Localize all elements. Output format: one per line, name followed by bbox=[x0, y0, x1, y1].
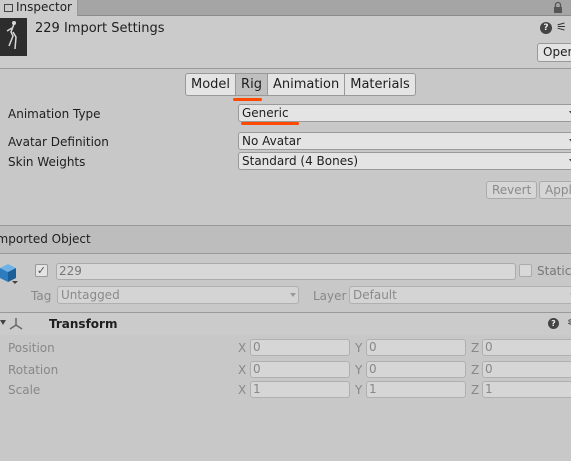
tag-value: Untagged bbox=[61, 288, 120, 302]
tab-animation[interactable]: Animation bbox=[266, 73, 346, 96]
imported-object-title: Imported Object bbox=[0, 232, 91, 246]
animation-type-dropdown[interactable]: Generic bbox=[238, 104, 571, 122]
rig-tab-annotation-underline bbox=[233, 98, 262, 101]
scale-y-field[interactable]: 1 bbox=[366, 381, 466, 398]
rotation-z-field[interactable]: 0 bbox=[482, 361, 571, 378]
skin-weights-label: Skin Weights bbox=[8, 155, 86, 169]
position-z-field[interactable]: 0 bbox=[482, 339, 571, 356]
avatar-definition-value: No Avatar bbox=[242, 134, 302, 148]
lock-icon[interactable] bbox=[551, 1, 565, 15]
avatar-definition-label: Avatar Definition bbox=[8, 135, 109, 149]
position-x-axis-label[interactable]: X bbox=[238, 341, 246, 355]
skin-weights-value: Standard (4 Bones) bbox=[242, 154, 359, 168]
page-title: 229 Import Settings bbox=[35, 21, 165, 36]
rotation-x-field[interactable]: 0 bbox=[250, 361, 350, 378]
position-label: Position bbox=[8, 341, 55, 355]
inspector-tab-label: Inspector bbox=[16, 0, 72, 14]
rotation-label: Rotation bbox=[8, 363, 59, 377]
import-tabs: Model Rig Animation Materials bbox=[185, 73, 416, 96]
help-icon[interactable]: ? bbox=[548, 318, 559, 329]
skin-weights-dropdown[interactable]: Standard (4 Bones) bbox=[238, 152, 571, 170]
rotation-x-axis-label[interactable]: X bbox=[238, 363, 246, 377]
layer-dropdown[interactable]: Default bbox=[349, 286, 571, 304]
foldout-arrow-icon[interactable] bbox=[0, 320, 6, 325]
scale-z-axis-label[interactable]: Z bbox=[471, 383, 479, 397]
position-x-field[interactable]: 0 bbox=[250, 339, 350, 356]
settings-sliders-icon[interactable]: ⚟ bbox=[556, 20, 567, 34]
scale-y-axis-label[interactable]: Y bbox=[355, 383, 362, 397]
transform-axes-icon bbox=[9, 318, 23, 330]
component-settings-icon[interactable]: ⚟ bbox=[567, 316, 571, 329]
layer-label: Layer bbox=[313, 289, 347, 303]
apply-button[interactable]: Apply bbox=[539, 181, 571, 199]
layer-value: Default bbox=[353, 288, 397, 302]
tab-rig[interactable]: Rig bbox=[235, 73, 268, 96]
static-checkbox[interactable] bbox=[519, 264, 532, 277]
object-name-field[interactable]: 229 bbox=[56, 263, 516, 280]
scale-x-axis-label[interactable]: X bbox=[238, 383, 246, 397]
gameobject-cube-icon[interactable] bbox=[0, 262, 18, 284]
chevron-down-icon bbox=[290, 293, 296, 297]
window-tab-strip bbox=[0, 0, 571, 16]
active-checkbox[interactable]: ✓ bbox=[35, 264, 48, 277]
tab-materials[interactable]: Materials bbox=[344, 73, 416, 96]
avatar-definition-dropdown[interactable]: No Avatar bbox=[238, 132, 571, 150]
inspector-icon bbox=[4, 4, 13, 12]
revert-button[interactable]: Revert bbox=[486, 181, 538, 199]
position-z-axis-label[interactable]: Z bbox=[471, 341, 479, 355]
scale-x-field[interactable]: 1 bbox=[250, 381, 350, 398]
model-thumbnail bbox=[0, 18, 27, 56]
figure-icon bbox=[6, 21, 17, 50]
inspector-tab[interactable]: Inspector bbox=[0, 0, 78, 16]
animation-type-value: Generic bbox=[242, 106, 289, 120]
scale-z-field[interactable]: 1 bbox=[482, 381, 571, 398]
tag-label: Tag bbox=[31, 289, 52, 303]
rotation-z-axis-label[interactable]: Z bbox=[471, 363, 479, 377]
generic-annotation-underline bbox=[241, 122, 299, 125]
static-label: Static bbox=[537, 264, 571, 278]
position-y-axis-label[interactable]: Y bbox=[355, 341, 362, 355]
tab-model[interactable]: Model bbox=[185, 73, 237, 96]
tag-dropdown[interactable]: Untagged bbox=[57, 286, 299, 304]
animation-type-label: Animation Type bbox=[8, 107, 101, 121]
help-icon[interactable]: ? bbox=[540, 22, 552, 34]
rotation-y-field[interactable]: 0 bbox=[366, 361, 466, 378]
rotation-y-axis-label[interactable]: Y bbox=[355, 363, 362, 377]
transform-title: Transform bbox=[49, 317, 118, 331]
scale-label: Scale bbox=[8, 383, 41, 397]
position-y-field[interactable]: 0 bbox=[366, 339, 466, 356]
open-button[interactable]: Open bbox=[537, 43, 571, 62]
